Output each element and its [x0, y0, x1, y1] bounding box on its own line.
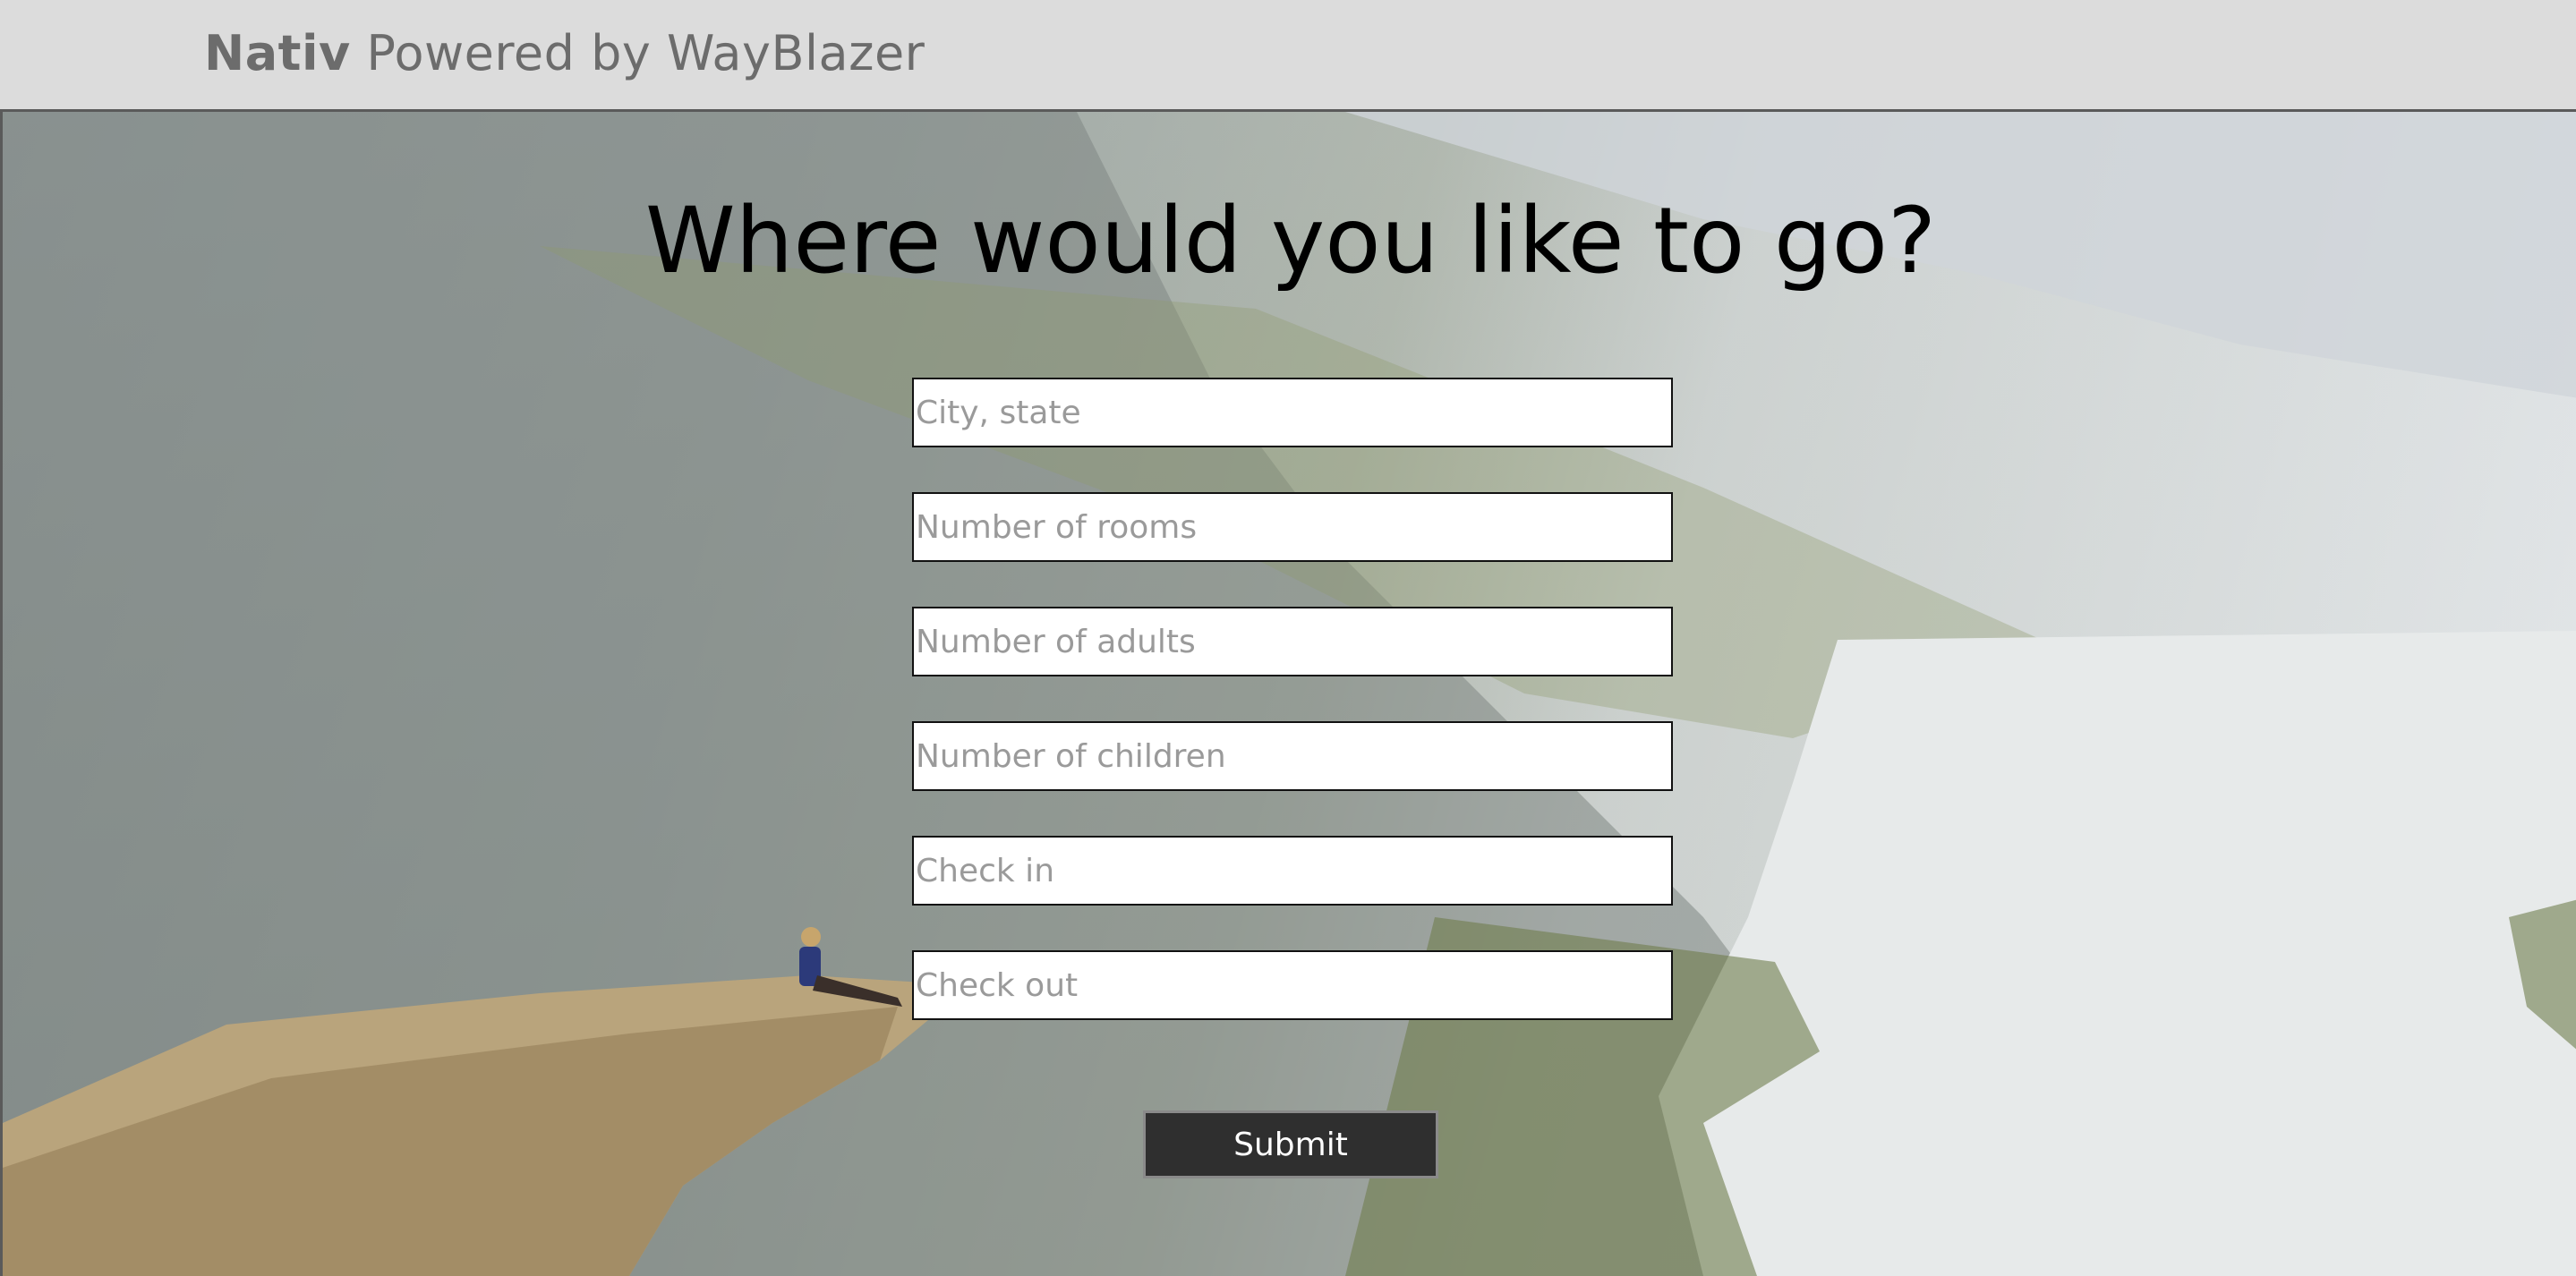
top-bar: Nativ Powered by WayBlazer: [0, 0, 2576, 112]
adults-input[interactable]: [912, 607, 1673, 676]
hero-section: Where would you like to go? Submit: [0, 112, 2576, 1276]
brand-logo[interactable]: Nativ Powered by WayBlazer: [204, 25, 925, 81]
submit-button[interactable]: Submit: [1143, 1110, 1438, 1178]
check-in-input[interactable]: [912, 836, 1673, 906]
city-state-input[interactable]: [912, 378, 1673, 447]
children-input[interactable]: [912, 721, 1673, 791]
check-out-input[interactable]: [912, 950, 1673, 1020]
brand-tagline: Powered by WayBlazer: [366, 25, 925, 81]
brand-name: Nativ: [204, 25, 351, 81]
rooms-input[interactable]: [912, 492, 1673, 562]
page-heading: Where would you like to go?: [644, 188, 1937, 294]
